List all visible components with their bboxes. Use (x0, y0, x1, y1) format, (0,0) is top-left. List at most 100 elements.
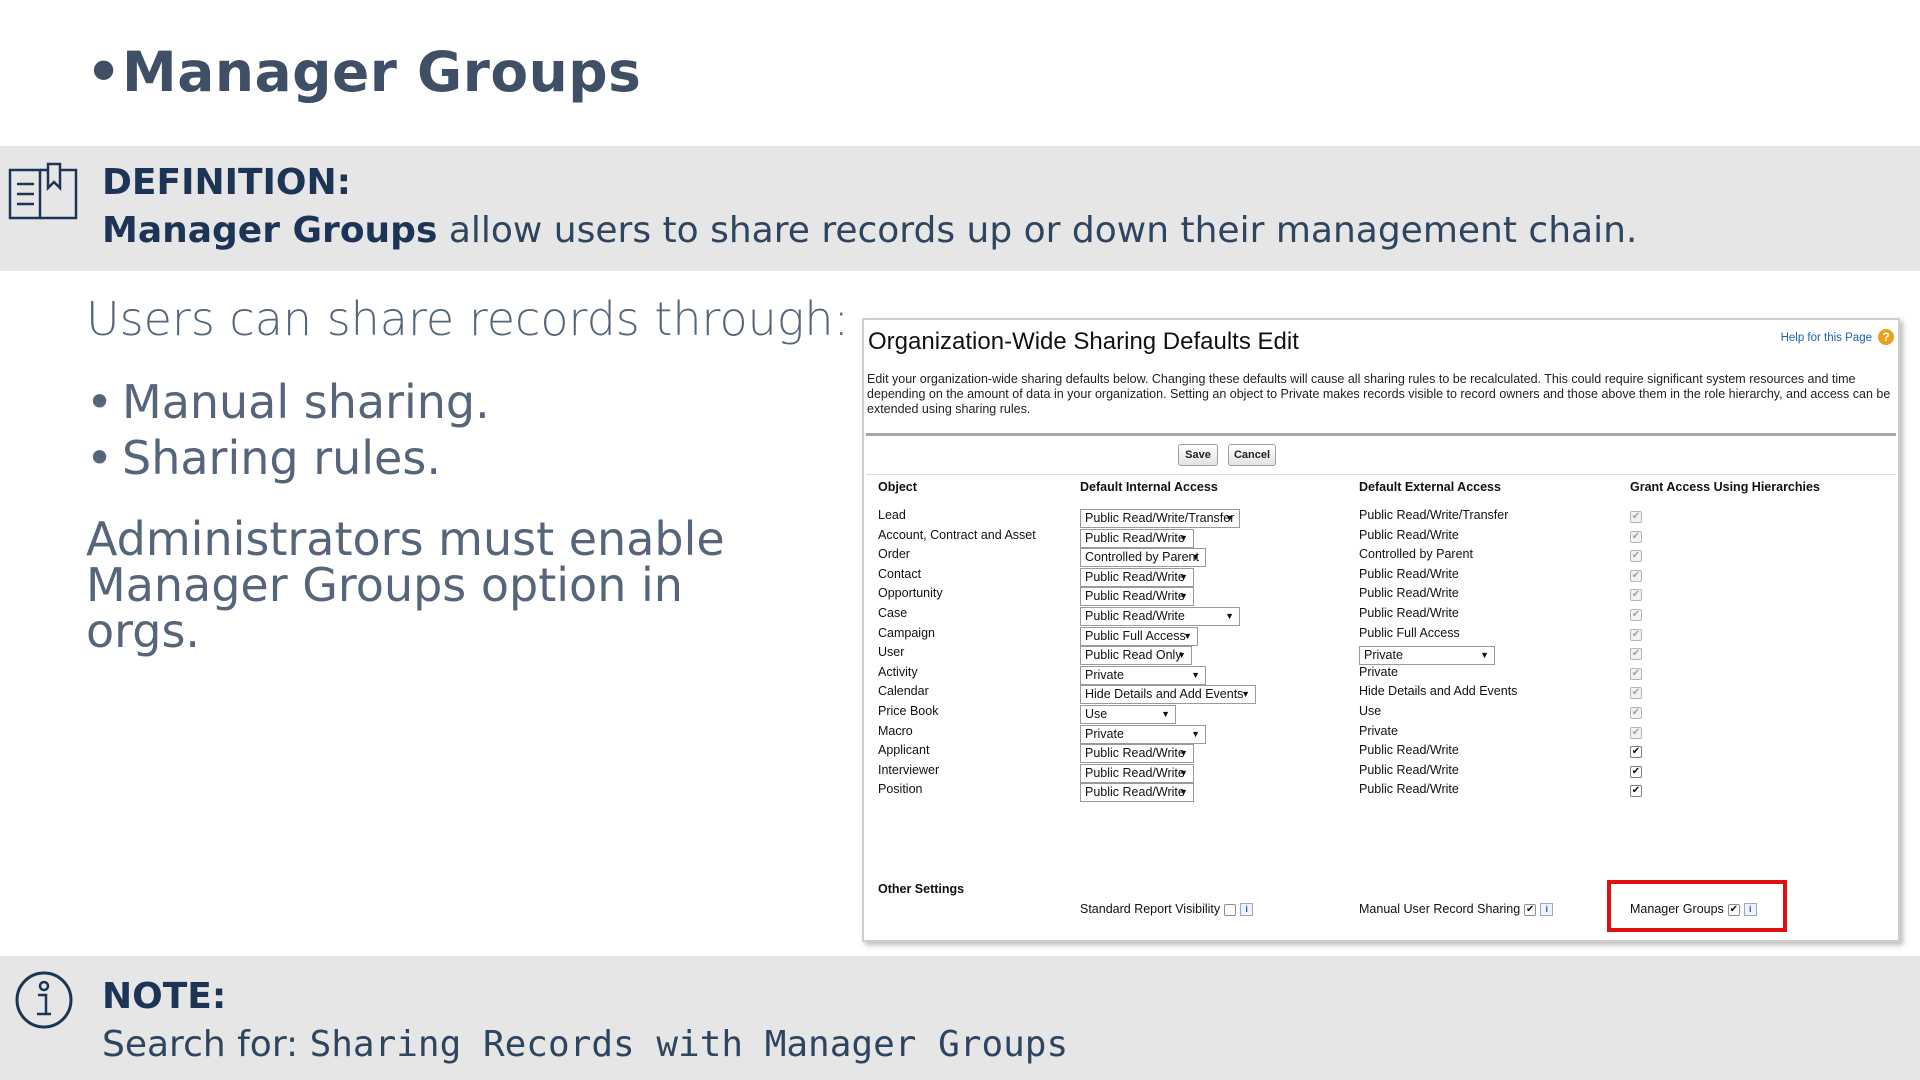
other-settings-heading: Other Settings (878, 882, 965, 896)
help-icon[interactable]: ? (1878, 329, 1894, 345)
manual-sharing-checkbox[interactable]: ✔ (1524, 903, 1537, 916)
list-item-text: Manual sharing. (122, 375, 490, 429)
internal-access-select[interactable]: Public Read/Write ▼ (1080, 607, 1240, 626)
chevron-down-icon: ▼ (1241, 689, 1250, 700)
object-name: Contact (878, 566, 922, 581)
chevron-down-icon: ▼ (1191, 552, 1200, 563)
select-value: Public Read/Write/Transfer (1085, 511, 1235, 525)
internal-access-select[interactable]: Use ▼ (1080, 705, 1176, 724)
object-name: Position (878, 782, 923, 797)
internal-access-select[interactable]: Public Read/Write ▼ (1080, 567, 1194, 587)
chevron-down-icon: ▼ (1183, 630, 1192, 641)
chevron-down-icon: ▼ (1225, 513, 1234, 523)
select-value: Public Read/Write (1085, 609, 1185, 623)
divider (866, 474, 1896, 475)
internal-access-select[interactable]: Public Read/Write ▼ (1080, 587, 1194, 607)
info-icon (15, 971, 73, 1029)
chevron-down-icon: ▼ (1179, 591, 1188, 602)
select-value: Public Read/Write (1085, 746, 1185, 761)
note-prefix: Search for: (102, 1024, 310, 1065)
grant-access-checkbox[interactable]: ✔ (1630, 530, 1642, 543)
internal-access-select[interactable]: Public Read/Write ▼ (1080, 783, 1194, 803)
select-value: Public Read/Write (1085, 589, 1185, 604)
book-icon (8, 162, 78, 220)
select-value: Public Read/Write (1085, 785, 1185, 800)
chevron-down-icon: ▼ (1179, 571, 1188, 582)
definition-heading: DEFINITION: (102, 162, 352, 203)
external-access-text: Public Read/Write (1359, 743, 1459, 758)
setting-label: Standard Report Visibility (1080, 902, 1221, 916)
internal-access-select[interactable]: Public Read/Write ▼ (1080, 528, 1194, 548)
select-value: Controlled by Parent (1085, 550, 1199, 565)
grant-access-checkbox[interactable]: ✔ (1630, 648, 1642, 661)
title-bullet: • (86, 40, 122, 104)
chevron-down-icon: ▼ (1177, 650, 1186, 661)
screenshot-title: Organization-Wide Sharing Defaults Edit (868, 328, 1299, 355)
chevron-down-icon: ▼ (1225, 611, 1234, 621)
external-access-text: Private (1359, 723, 1398, 738)
grant-access-checkbox[interactable]: ✔ (1630, 628, 1642, 641)
chevron-down-icon: ▼ (1179, 787, 1188, 798)
grant-access-checkbox[interactable]: ✔ (1630, 609, 1642, 621)
table-row: Position Public Read/Write ▼ Public Read/Wr… (864, 782, 1894, 806)
grant-access-checkbox[interactable]: ✔ (1630, 550, 1642, 563)
help-link[interactable]: Help for this Page (1781, 332, 1872, 344)
setting-label: Manual User Record Sharing (1359, 902, 1521, 916)
grant-access-checkbox[interactable]: ✔ (1630, 707, 1642, 719)
external-access-text: Public Read/Write/Transfer (1359, 508, 1509, 522)
internal-access-select[interactable]: Public Read/Write ▼ (1080, 744, 1194, 764)
select-value: Public Read/Write (1085, 530, 1185, 545)
external-access-select[interactable]: Private ▼ (1359, 646, 1495, 666)
grant-access-checkbox[interactable]: ✔ (1630, 726, 1642, 739)
info-icon[interactable]: i (1240, 903, 1254, 917)
object-name: Lead (878, 508, 906, 522)
grant-access-checkbox[interactable]: ✔ (1630, 511, 1642, 523)
chevron-down-icon: ▼ (1161, 709, 1170, 719)
definition-term: Manager Groups (102, 210, 438, 251)
internal-access-select[interactable]: Public Read/Write/Transfer ▼ (1080, 509, 1240, 528)
internal-access-select[interactable]: Hide Details and Add Events ▼ (1080, 685, 1256, 705)
column-header-grant: Grant Access Using Hierarchies (1630, 480, 1820, 494)
object-name: User (878, 645, 905, 660)
note-band: NOTE: Search for: Sharing Records with M… (0, 956, 1920, 1080)
definition-body: allow users to share records up or down … (437, 210, 1638, 251)
info-icon[interactable]: i (1540, 903, 1554, 917)
internal-access-select[interactable]: Public Read/Write ▼ (1080, 763, 1194, 783)
grant-access-checkbox[interactable]: ✔ (1630, 785, 1642, 798)
external-access-text: Public Read/Write (1359, 586, 1459, 601)
grant-access-checkbox[interactable]: ✔ (1630, 667, 1642, 680)
definition-text: Manager Groups allow users to share reco… (102, 210, 1637, 251)
grant-access-checkbox[interactable]: ✔ (1630, 589, 1642, 602)
note-text: Search for: Sharing Records with Manager… (102, 1024, 1068, 1065)
intro-text: Users can share records through: (86, 292, 849, 346)
grant-access-checkbox[interactable]: ✔ (1630, 687, 1642, 700)
select-value: Public Full Access (1085, 628, 1186, 643)
chevron-down-icon: ▼ (1191, 728, 1200, 739)
object-name: Applicant (878, 743, 930, 758)
internal-access-select[interactable]: Private ▼ (1080, 665, 1206, 685)
object-name: Opportunity (878, 586, 943, 601)
external-access-text: Public Full Access (1359, 625, 1460, 640)
internal-access-select[interactable]: Controlled by Parent ▼ (1080, 548, 1206, 568)
grant-access-checkbox[interactable]: ✔ (1630, 569, 1642, 582)
highlight-box (1607, 880, 1787, 932)
object-name: Macro (878, 723, 913, 738)
save-button[interactable]: Save (1178, 444, 1218, 466)
manual-user-record-sharing: Manual User Record Sharing ✔ i (1359, 902, 1554, 917)
chevron-down-icon: ▼ (1179, 748, 1188, 759)
external-access-text: Public Read/Write (1359, 527, 1459, 542)
grant-access-checkbox[interactable]: ✔ (1630, 746, 1642, 759)
standard-report-checkbox[interactable] (1224, 903, 1237, 916)
internal-access-select[interactable]: Public Read Only ▼ (1080, 646, 1192, 666)
body-text: Users can share records through: • Manual… (86, 292, 849, 654)
object-name: Account, Contract and Asset (878, 527, 1036, 542)
list-item: • Sharing rules. (86, 431, 441, 485)
external-access-text: Use (1359, 704, 1382, 718)
internal-access-select[interactable]: Public Full Access ▼ (1080, 626, 1198, 646)
internal-access-select[interactable]: Private ▼ (1080, 724, 1206, 744)
cancel-button[interactable]: Cancel (1228, 444, 1276, 466)
external-access-text: Private (1359, 664, 1398, 679)
standard-report-visibility: Standard Report Visibility i (1080, 902, 1254, 917)
grant-access-checkbox[interactable]: ✔ (1630, 765, 1642, 778)
definition-band: DEFINITION: Manager Groups allow users t… (0, 146, 1920, 271)
